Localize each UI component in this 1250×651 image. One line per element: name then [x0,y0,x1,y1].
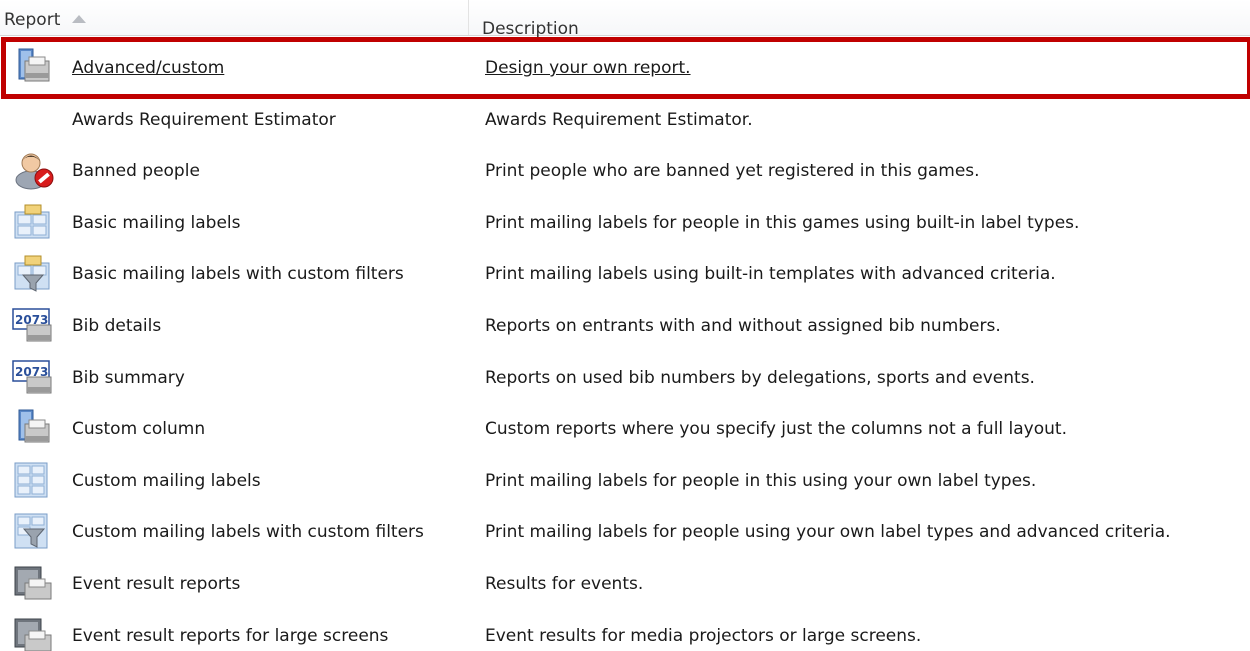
label-sheet-filter-icon [11,511,61,551]
report-name: Basic mailing labels with custom filters [72,264,404,285]
report-name: Custom column [72,419,206,440]
event-results-icon [11,563,61,603]
report-name: Event result reports [72,573,241,594]
report-description: Design your own report. [485,58,691,78]
report-description: Print mailing labels for people using yo… [485,522,1171,543]
report-row-awards-estimator[interactable]: Awards Requirement Estimator Awards Requ… [0,91,1250,143]
report-column-label: Report [4,10,61,30]
description-column-header[interactable]: Description [470,0,1250,39]
report-description: Awards Requirement Estimator. [485,109,753,130]
report-description: Custom reports where you specify just th… [485,419,1067,440]
banned-person-icon [11,150,61,190]
report-rows: Advanced/custom Design your own report. … [0,39,1250,651]
printer-report-icon [11,47,61,87]
report-row-bib-summary[interactable]: 2073 Bib summary Reports on used bib num… [0,349,1250,401]
report-name: Banned people [72,161,200,182]
reports-list: Report Description Advanced/custom Desig… [0,0,1250,651]
report-row-custom-mailing-labels-filters[interactable]: Custom mailing labels with custom filter… [0,503,1250,555]
event-results-icon [11,615,61,651]
report-name: Bib summary [72,367,185,388]
report-row-event-result-reports[interactable]: Event result reports Results for events. [0,555,1250,607]
report-row-bib-details[interactable]: 2073 Bib details Reports on entrants wit… [0,297,1250,349]
report-name: Bib details [72,315,162,336]
report-description: Print mailing labels for people in this … [485,212,1080,233]
report-name: Event result reports for large screens [72,625,389,646]
report-name: Advanced/custom [72,58,225,78]
report-row-basic-mailing-labels[interactable]: Basic mailing labels Print mailing label… [0,194,1250,246]
report-row-banned-people[interactable]: Banned people Print people who are banne… [0,142,1250,194]
report-description: Event results for media projectors or la… [485,625,922,646]
column-header: Report Description [0,0,1250,39]
sort-ascending-icon [72,15,87,23]
description-column-label: Description [482,19,579,39]
bib-number-icon: 2073 [11,305,61,345]
report-name: Basic mailing labels [72,212,241,233]
report-description: Print mailing labels for people in this … [485,470,1037,491]
mailing-labels-filter-icon [11,253,61,293]
mailing-labels-icon [11,202,61,242]
report-name: Custom mailing labels with custom filter… [72,522,424,543]
report-name: Custom mailing labels [72,470,261,491]
report-description: Reports on entrants with and without ass… [485,315,1001,336]
report-description: Print mailing labels using built-in temp… [485,264,1056,285]
report-row-basic-mailing-labels-filters[interactable]: Basic mailing labels with custom filters… [0,245,1250,297]
label-sheet-icon [11,460,61,500]
report-row-custom-mailing-labels[interactable]: Custom mailing labels Print mailing labe… [0,452,1250,504]
custom-column-icon [11,408,61,448]
report-description: Reports on used bib numbers by delegatio… [485,367,1035,388]
report-description: Print people who are banned yet register… [485,161,980,182]
report-row-custom-column[interactable]: Custom column Custom reports where you s… [0,400,1250,452]
bib-number-icon: 2073 [11,357,61,397]
report-description: Results for events. [485,573,644,594]
report-column-header[interactable]: Report [0,0,469,35]
report-name: Awards Requirement Estimator [72,109,336,130]
report-row-event-result-large-screens[interactable]: Event result reports for large screens E… [0,607,1250,651]
report-row-advanced-custom[interactable]: Advanced/custom Design your own report. [0,39,1250,91]
